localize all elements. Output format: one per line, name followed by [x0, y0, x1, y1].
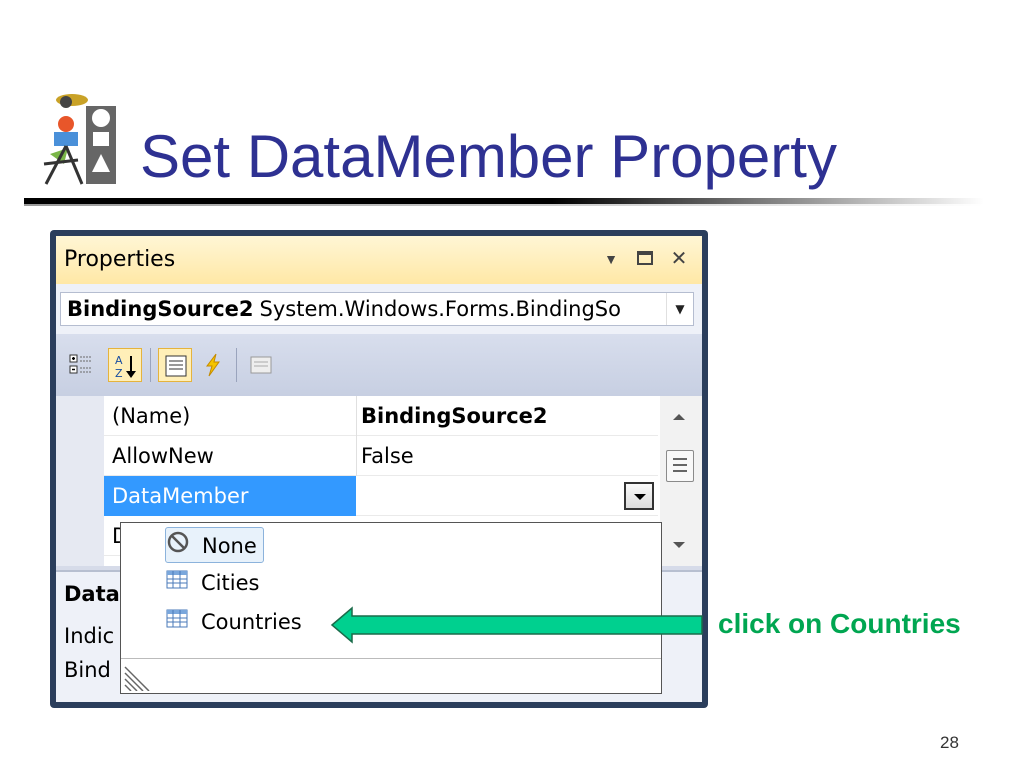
properties-title: Properties [64, 247, 176, 272]
window-controls: ▼ ✕ [600, 246, 690, 272]
property-value[interactable]: False [356, 436, 658, 476]
svg-text:A: A [115, 354, 123, 367]
description-title: Data [64, 582, 120, 606]
events-button[interactable] [196, 348, 230, 382]
page-number: 28 [940, 733, 959, 752]
property-value[interactable]: BindingSource2 [356, 396, 658, 436]
none-icon [166, 529, 192, 565]
close-button[interactable]: ✕ [668, 246, 690, 272]
object-selector[interactable]: BindingSource2 System.Windows.Forms.Bindi… [60, 292, 694, 326]
maximize-button[interactable] [634, 246, 656, 272]
object-selector-name: BindingSource2 [67, 297, 254, 321]
callout-arrow-icon [330, 606, 703, 644]
table-icon [165, 605, 191, 641]
table-icon [165, 566, 191, 602]
categorized-icon [69, 354, 92, 374]
slide-title: Set DataMember Property [140, 123, 837, 190]
dropdown-item-label: None [202, 534, 257, 558]
grid-gutter [56, 396, 104, 566]
categorized-button[interactable] [64, 348, 98, 382]
window-dropdown-icon[interactable]: ▼ [600, 246, 622, 272]
property-row-allownew[interactable]: AllowNew False [104, 436, 658, 476]
dropdown-footer [121, 658, 661, 693]
object-selector-area: BindingSource2 System.Windows.Forms.Bindi… [56, 284, 702, 334]
dropdown-item-label: Cities [201, 571, 260, 595]
presenter-logo-icon [43, 94, 116, 185]
properties-titlebar: Properties ▼ ✕ [56, 236, 702, 284]
scroll-thumb[interactable] [666, 450, 694, 482]
events-icon [206, 353, 220, 377]
vertical-scrollbar[interactable] [660, 396, 702, 566]
property-name: DataMember [104, 476, 356, 516]
resize-grip-icon[interactable] [123, 663, 155, 691]
properties-toolbar: A Z [56, 334, 702, 396]
dropdown-item-label: Countries [201, 610, 302, 634]
maximize-icon [637, 251, 653, 265]
properties-icon [165, 355, 187, 377]
svg-text:Z: Z [115, 367, 123, 379]
property-name: (Name) [112, 404, 191, 428]
scroll-up-icon[interactable] [673, 414, 685, 420]
chevron-down-icon[interactable]: ▼ [666, 293, 693, 325]
property-row-datamember[interactable]: DataMember [104, 476, 658, 516]
property-pages-icon [250, 356, 272, 374]
description-text: Bind [64, 658, 111, 682]
dropdown-item-cities[interactable]: Cities [165, 565, 259, 601]
scroll-down-icon[interactable] [673, 542, 685, 548]
alphabetical-icon: A Z [115, 354, 136, 379]
title-divider-shadow [24, 204, 984, 206]
description-text: Indic [64, 624, 115, 648]
datamember-dropdown-button[interactable] [624, 482, 654, 510]
properties-button[interactable] [158, 348, 192, 382]
property-name: AllowNew [112, 444, 214, 468]
property-pages-button[interactable] [244, 348, 278, 382]
property-row-name[interactable]: (Name) BindingSource2 [104, 396, 658, 436]
alphabetical-button[interactable]: A Z [108, 348, 142, 382]
callout-text: click on Countries [718, 608, 961, 639]
object-selector-type: System.Windows.Forms.BindingSo [259, 297, 621, 321]
dropdown-item-countries[interactable]: Countries [165, 604, 302, 640]
toolbar-separator [236, 348, 237, 382]
toolbar-separator [150, 348, 151, 382]
dropdown-item-none[interactable]: None [165, 527, 264, 563]
